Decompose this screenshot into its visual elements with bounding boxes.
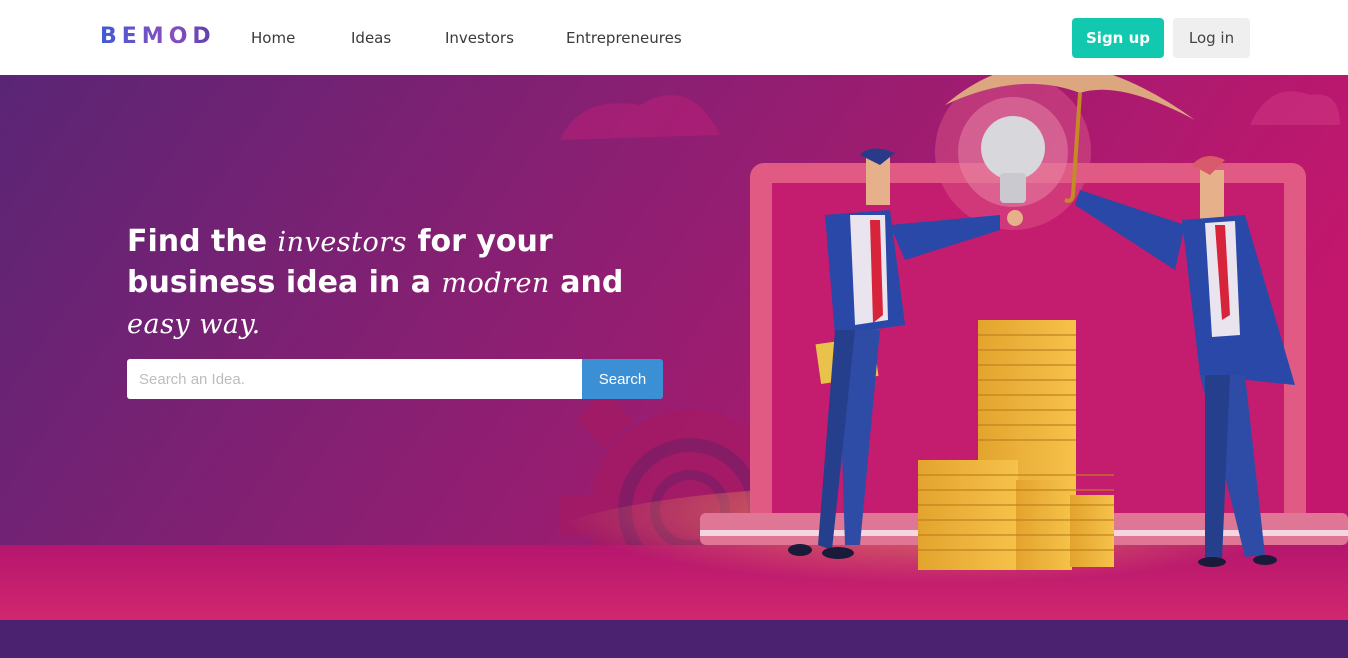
headline-script-word: investors: [277, 227, 408, 258]
nav-home[interactable]: Home: [251, 29, 295, 47]
nav-ideas[interactable]: Ideas: [351, 29, 391, 47]
signup-button[interactable]: Sign up: [1072, 18, 1164, 58]
nav-entrepreneures[interactable]: Entrepreneures: [566, 29, 682, 47]
search-button[interactable]: Search: [582, 359, 663, 399]
hero-headline: Find the investors for your business ide…: [127, 222, 687, 345]
headline-script-word: modren: [441, 268, 550, 299]
headline-text: and: [549, 265, 624, 300]
search-input[interactable]: [127, 359, 583, 399]
headline-script-word: easy way.: [127, 309, 261, 340]
login-button[interactable]: Log in: [1173, 18, 1250, 58]
top-navbar: BEMOD Home Ideas Investors Entrepreneure…: [0, 0, 1348, 75]
headline-text: Find the: [127, 224, 278, 259]
nav-investors[interactable]: Investors: [445, 29, 514, 47]
brand-logo[interactable]: BEMOD: [100, 24, 216, 49]
idea-search-form: Search: [127, 359, 663, 399]
